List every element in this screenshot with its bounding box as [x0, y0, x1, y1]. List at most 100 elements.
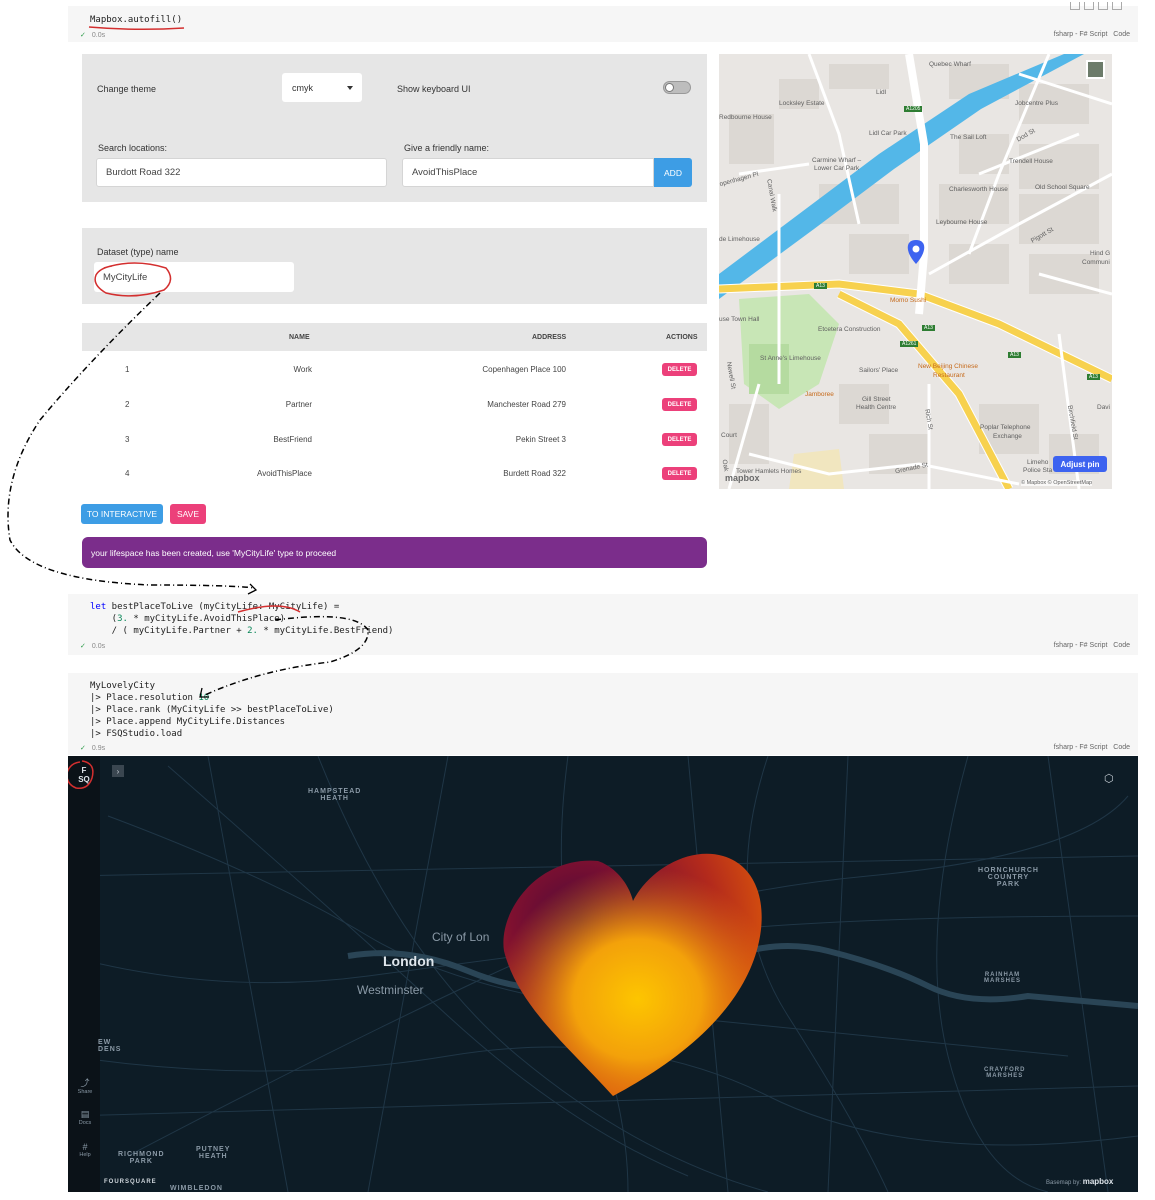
share-button[interactable]: ⤴ Share [76, 1076, 94, 1095]
row-address: Burdett Road 322 [503, 469, 566, 478]
map-label: Momo Sushi [890, 297, 927, 304]
row-name: AvoidThisPlace [257, 469, 312, 478]
foursquare-logo: FOURSQUARE [104, 1179, 157, 1185]
theme-select[interactable]: cmyk [282, 73, 362, 102]
map-label: Jobcentre Plus [1015, 100, 1058, 107]
road-shield: A13 [1008, 352, 1021, 358]
toolbar-icon[interactable] [1112, 2, 1122, 10]
map-label: St Anne's Limehouse [760, 355, 821, 362]
location-map[interactable]: A1205 A13 A13 A1261 A13 A13 Quebec Wharf… [719, 54, 1112, 489]
red-circle-annotation [94, 262, 172, 297]
basemap-attribution: Basemap by: mapbox [1046, 1177, 1113, 1186]
dataset-label: Dataset (type) name [97, 247, 179, 257]
cell-language[interactable]: fsharp - F# Script Code [1054, 31, 1130, 38]
add-button[interactable]: ADD [654, 158, 692, 187]
code-line: |> Place.rank (MyCityLife >> bestPlaceTo… [90, 705, 334, 715]
row-id: 1 [125, 365, 130, 374]
code-line: (3. * myCityLife.AvoidThisPlace) [90, 614, 285, 626]
map-label: Quebec Wharf [929, 61, 971, 68]
map-label: Gill Street [862, 396, 891, 403]
mapbox-logo: mapbox [1082, 1177, 1114, 1186]
row-name: Partner [285, 400, 312, 409]
lang-action: Code [1113, 642, 1130, 649]
lang-label: fsharp - F# Script [1053, 744, 1108, 751]
slack-icon: # [82, 1142, 88, 1152]
to-interactive-button[interactable]: TO INTERACTIVE [81, 504, 163, 524]
red-circle-annotation [68, 760, 94, 790]
delete-button[interactable]: DELETE [662, 433, 697, 446]
map-label: use Town Hall [719, 316, 760, 323]
map-label: Locksley Estate [779, 100, 825, 107]
table-row: 3 BestFriend Pekin Street 3 DELETE [82, 423, 707, 458]
code-cell-best-place[interactable]: let bestPlaceToLive (myCityLife: MyCityL… [68, 594, 1138, 655]
keyboard-ui-label: Show keyboard UI [397, 84, 471, 94]
3d-view-icon[interactable]: ⬡ [1104, 772, 1114, 785]
foursquare-studio-map[interactable]: F SQ › ⤴ Share ▤ Docs # Help ⬡ HAMPSTEAD HE… [68, 756, 1138, 1192]
exec-time: 0.9s [91, 745, 106, 752]
code-text: * myCityLife.AvoidThisPlace) [127, 614, 286, 624]
docs-button[interactable]: ▤ Docs [76, 1109, 94, 1126]
cell-toolbar [1070, 2, 1122, 10]
cell-language[interactable]: fsharp - F# Script Code [1054, 744, 1130, 751]
help-button[interactable]: # Help [76, 1142, 94, 1158]
road-shield: A1205 [904, 106, 923, 112]
map-label: Etcetera Construction [818, 326, 881, 333]
delete-button[interactable]: DELETE [662, 467, 697, 480]
map-attribution[interactable]: © Mapbox © OpenStreetMap [1021, 480, 1093, 486]
help-label: Help [79, 1152, 91, 1158]
exec-time: 0.0s [91, 32, 106, 39]
row-address: Pekin Street 3 [515, 435, 566, 444]
friendly-name-label: Give a friendly name: [404, 143, 490, 153]
keyboard-ui-toggle[interactable] [663, 81, 691, 94]
search-input[interactable]: Burdott Road 322 [96, 158, 387, 187]
share-icon: ⤴ [80, 1078, 90, 1088]
adjust-pin-button[interactable]: Adjust pin [1053, 456, 1107, 472]
code-line: MyLovelyCity [90, 681, 156, 691]
map-label: CRAYFORD MARSHES [984, 1067, 1026, 1079]
code-line: |> Place.resolution 10 [90, 693, 209, 705]
map-label: PUTNEY HEATH [196, 1146, 231, 1160]
toolbar-icon[interactable] [1098, 2, 1108, 10]
map-label: Communi [1082, 259, 1110, 266]
code-text: bestPlaceToLive (myCityLife: MyCityLife)… [106, 602, 340, 612]
map-label: Jamboree [805, 391, 834, 398]
map-style-toggle[interactable] [1086, 60, 1105, 79]
row-name: Work [293, 365, 312, 374]
code-text: ( [90, 614, 118, 624]
row-name: BestFriend [273, 435, 312, 444]
keyword-let: let [90, 602, 107, 612]
cell-language[interactable]: fsharp - F# Script Code [1054, 642, 1130, 649]
save-button[interactable]: SAVE [170, 504, 206, 524]
toolbar-icon[interactable] [1070, 2, 1080, 10]
toolbar-icon[interactable] [1084, 2, 1094, 10]
check-icon: ✓ [80, 745, 86, 752]
road-shield: A13 [1087, 374, 1100, 380]
map-label: Redbourne House [719, 114, 772, 121]
chevron-right-icon: › [116, 766, 120, 776]
map-label: de Limehouse [719, 236, 760, 243]
map-label: Lower Car Park [814, 165, 860, 172]
lang-action: Code [1113, 31, 1130, 38]
dark-map-canvas [68, 756, 1138, 1192]
row-id: 3 [125, 435, 130, 444]
delete-button[interactable]: DELETE [662, 398, 697, 411]
code-cell-autofill[interactable]: Mapbox.autofill() ✓ 0.0s fsharp - F# Scri… [68, 2, 1138, 42]
cell-status: ✓ 0.0s [80, 642, 105, 650]
delete-button[interactable]: DELETE [662, 363, 697, 376]
map-label: HAMPSTEAD HEATH [308, 788, 362, 802]
code-cell-lovely-city[interactable]: MyLovelyCity |> Place.resolution 10 |> P… [68, 673, 1138, 755]
road-shield: A13 [814, 283, 827, 289]
lang-label: fsharp - F# Script [1053, 642, 1108, 649]
share-label: Share [77, 1089, 93, 1095]
studio-sidebar [68, 756, 100, 1192]
road-shield: A1261 [900, 341, 919, 347]
theme-label: Change theme [97, 84, 157, 94]
map-label: Court [721, 432, 737, 439]
map-label: The Sail Loft [950, 134, 987, 141]
lang-action: Code [1113, 744, 1130, 751]
expand-panel-button[interactable]: › [112, 765, 124, 777]
check-icon: ✓ [80, 32, 86, 39]
toggle-knob [665, 83, 674, 92]
code-text: / ( myCityLife.Partner + [90, 626, 248, 636]
friendly-name-input[interactable]: AvoidThisPlace [402, 158, 654, 187]
